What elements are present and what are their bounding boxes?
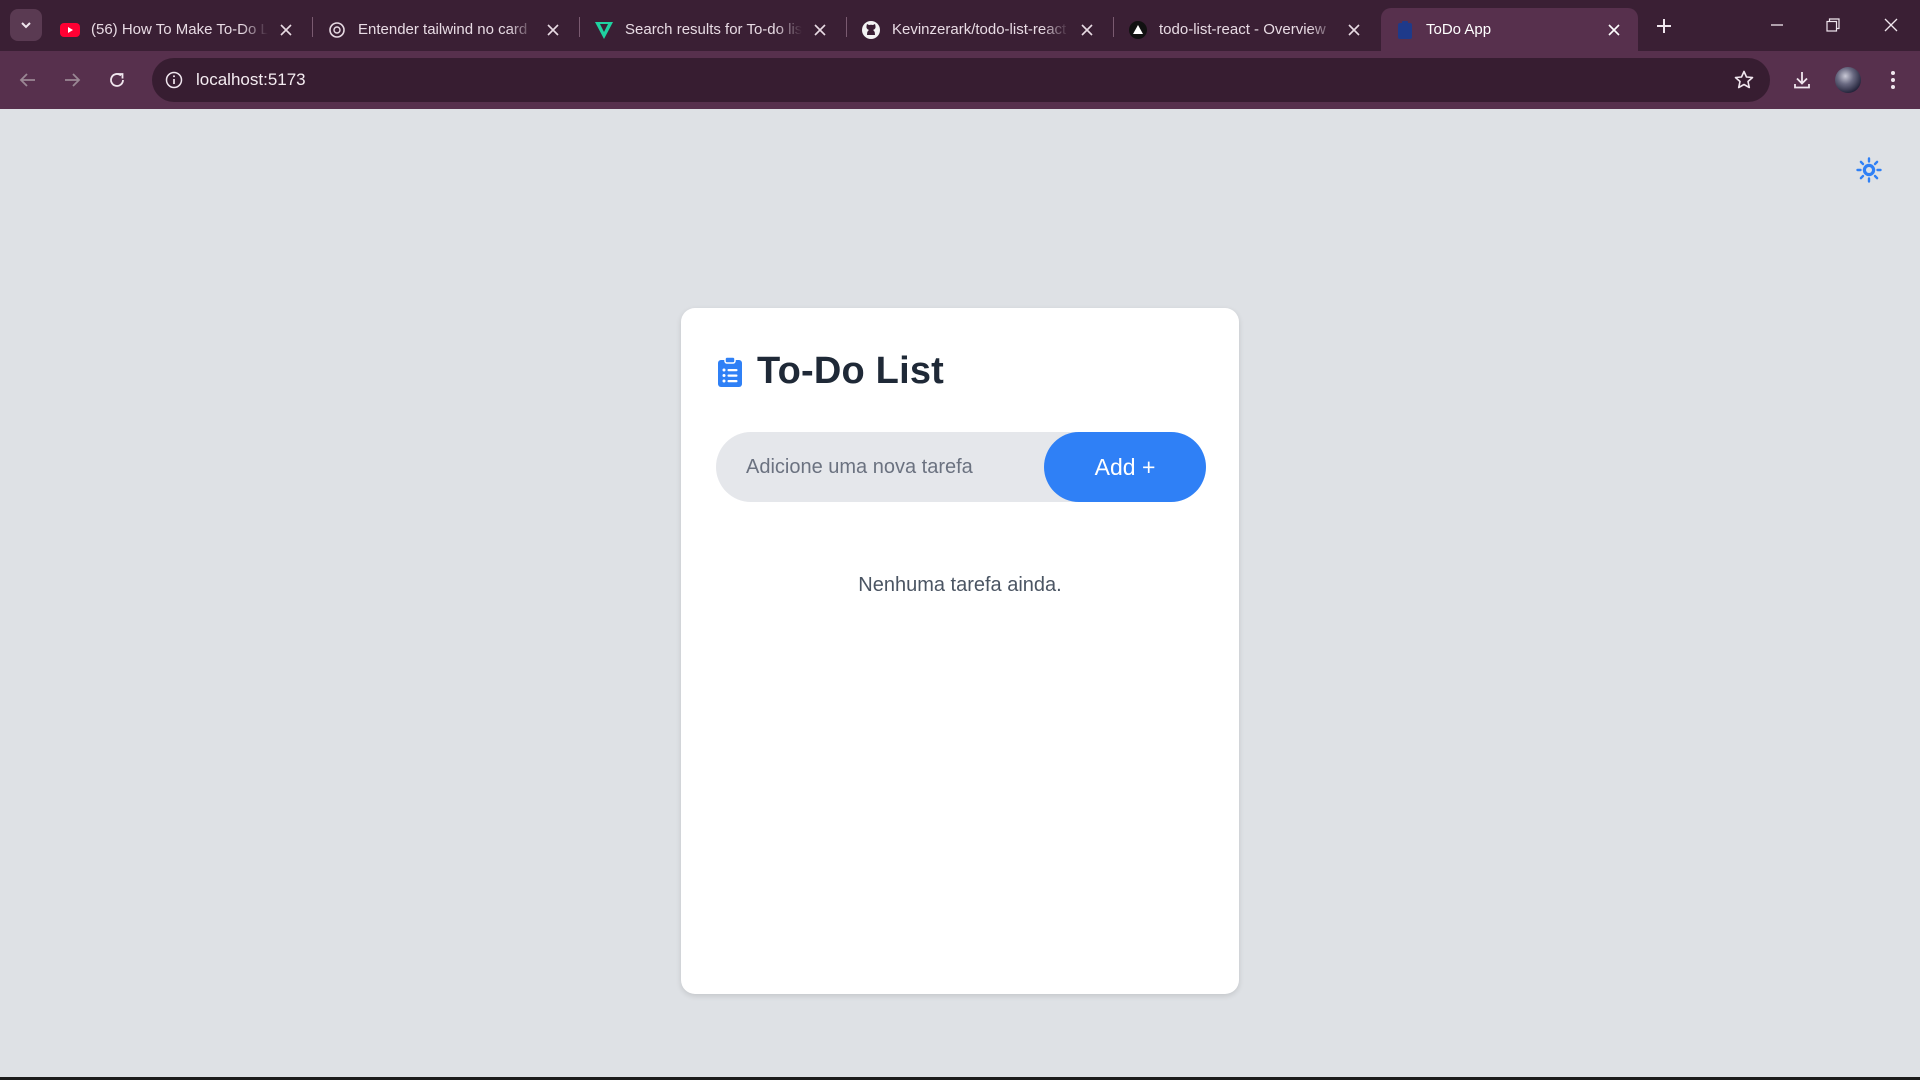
restore-button[interactable] (1808, 6, 1858, 44)
close-tab-icon[interactable] (276, 20, 296, 40)
add-task-form: Add + (716, 432, 1206, 502)
tab-title: Kevinzerark/todo-list-react (892, 21, 1067, 38)
todo-card: To-Do List Add + Nenhuma tarefa ainda. (681, 308, 1239, 994)
youtube-icon (60, 20, 80, 40)
tab-youtube[interactable]: (56) How To Make To-Do List (46, 8, 310, 51)
more-vertical-icon (1891, 71, 1895, 89)
card-header: To-Do List (717, 350, 944, 393)
close-window-button[interactable] (1866, 6, 1916, 44)
tab-title: Search results for To-do list (625, 21, 802, 38)
tab-vite-search[interactable]: Search results for To-do list (580, 8, 844, 51)
tab-title: Entender tailwind no card (358, 21, 528, 38)
minimize-icon (1771, 24, 1783, 26)
profile-button[interactable] (1832, 64, 1864, 96)
address-bar[interactable]: localhost:5173 (152, 58, 1770, 102)
close-tab-icon[interactable] (1604, 20, 1624, 40)
close-tab-icon[interactable] (543, 20, 563, 40)
empty-state-message: Nenhuma tarefa ainda. (858, 574, 1062, 596)
tab-chatgpt[interactable]: Entender tailwind no card (313, 8, 577, 51)
address-url: localhost:5173 (196, 70, 306, 89)
sun-icon (1856, 157, 1882, 183)
tab-vercel[interactable]: todo-list-react - Overview (1114, 8, 1378, 51)
tab-title: (56) How To Make To-Do List (91, 21, 268, 38)
menu-button[interactable] (1877, 64, 1909, 96)
download-icon (1794, 72, 1810, 89)
restore-icon (1826, 18, 1840, 32)
arrow-right-icon (65, 73, 81, 87)
add-task-button[interactable]: Add + (1044, 432, 1206, 502)
bookmark-star-icon[interactable] (1732, 68, 1756, 92)
page-viewport: To-Do List Add + Nenhuma tarefa ainda. (0, 109, 1920, 1077)
close-tab-icon[interactable] (1344, 20, 1364, 40)
vercel-icon (1128, 20, 1148, 40)
new-tab-button[interactable] (1650, 12, 1678, 40)
tab-title: ToDo App (1426, 21, 1492, 38)
reload-button[interactable] (101, 64, 133, 96)
browser-tab-strip: (56) How To Make To-Do List Entender tai… (0, 0, 1920, 51)
github-icon (861, 20, 881, 40)
browser-toolbar: localhost:5173 (0, 51, 1920, 109)
close-tab-icon[interactable] (810, 20, 830, 40)
openai-icon (327, 20, 347, 40)
close-tab-icon[interactable] (1077, 20, 1097, 40)
tab-title: todo-list-react - Overview (1159, 21, 1326, 38)
plus-icon (1657, 19, 1671, 33)
forward-button[interactable] (56, 64, 88, 96)
clipboard-icon (1395, 20, 1415, 40)
arrow-left-icon (19, 73, 35, 87)
reload-icon (110, 73, 124, 87)
chevron-down-icon (21, 22, 31, 29)
close-icon (1884, 18, 1898, 32)
vite-icon (594, 20, 614, 40)
tab-search-button[interactable] (10, 9, 42, 41)
clipboard-list-icon (717, 355, 743, 388)
back-button[interactable] (12, 64, 44, 96)
downloads-button[interactable] (1786, 64, 1818, 96)
minimize-button[interactable] (1752, 6, 1802, 44)
page-title: To-Do List (757, 350, 945, 392)
tab-todo-app[interactable]: ToDo App (1381, 8, 1638, 51)
avatar (1835, 67, 1861, 93)
theme-toggle-button[interactable] (1855, 156, 1883, 184)
tab-github[interactable]: Kevinzerark/todo-list-react (847, 8, 1111, 51)
site-info-icon[interactable] (162, 68, 186, 92)
